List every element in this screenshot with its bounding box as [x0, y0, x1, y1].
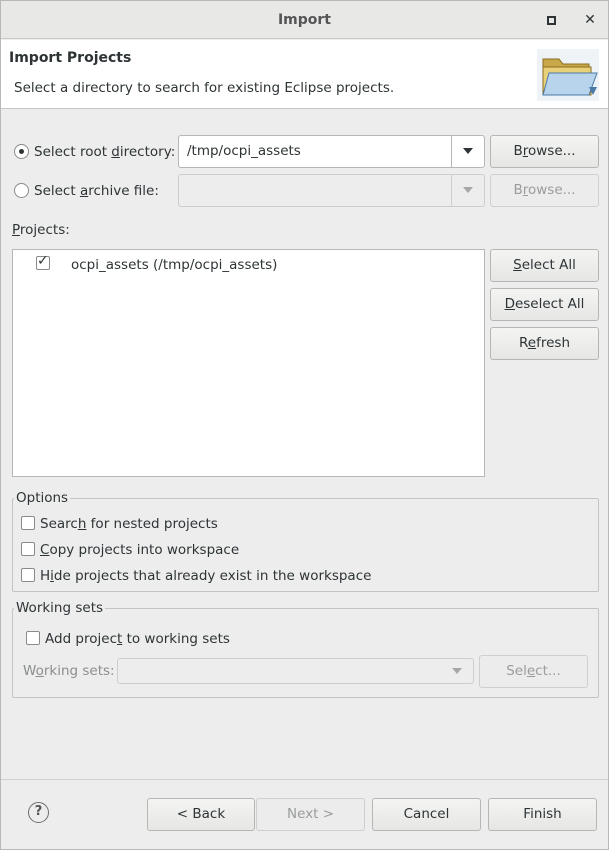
- root-directory-dropdown-button[interactable]: [451, 136, 484, 167]
- back-button[interactable]: < Back: [147, 798, 255, 831]
- copy-into-workspace-checkbox[interactable]: [21, 542, 35, 556]
- wizard-banner: Import Projects Select a directory to se…: [1, 40, 608, 109]
- finish-button[interactable]: Finish: [488, 798, 597, 831]
- project-checkbox[interactable]: [36, 253, 50, 270]
- archive-file-combo: [178, 174, 485, 207]
- footer-separator: [1, 779, 608, 780]
- hide-existing-checkbox[interactable]: [21, 568, 35, 582]
- title-bar[interactable]: Import ✕: [1, 1, 608, 39]
- hide-existing-label[interactable]: Hide projects that already exist in the …: [40, 568, 371, 584]
- root-directory-value[interactable]: /tmp/ocpi_assets: [187, 143, 301, 159]
- next-button: Next >: [256, 798, 365, 831]
- projects-list[interactable]: ocpi_assets (/tmp/ocpi_assets): [12, 249, 485, 477]
- select-working-sets-button: Select...: [479, 655, 588, 688]
- browse-root-button[interactable]: Browse...: [490, 135, 599, 168]
- projects-label: Projects:: [12, 222, 70, 238]
- import-dialog: Import ✕ Import Projects Select a direct…: [0, 0, 609, 850]
- chevron-down-icon: [452, 668, 462, 674]
- close-icon[interactable]: ✕: [580, 10, 600, 30]
- deselect-all-button[interactable]: Deselect All: [490, 288, 599, 321]
- maximize-icon[interactable]: [542, 10, 562, 30]
- working-sets-title: Working sets: [14, 600, 106, 616]
- root-directory-label[interactable]: Select root directory:: [34, 144, 175, 160]
- list-item[interactable]: ocpi_assets (/tmp/ocpi_assets): [13, 250, 484, 278]
- page-title: Import Projects: [9, 50, 132, 66]
- archive-file-label[interactable]: Select archive file:: [34, 183, 159, 199]
- search-nested-checkbox[interactable]: [21, 516, 35, 530]
- project-name: ocpi_assets (/tmp/ocpi_assets): [71, 257, 278, 273]
- root-directory-combo[interactable]: /tmp/ocpi_assets: [178, 135, 485, 168]
- add-to-working-sets-checkbox[interactable]: [26, 631, 40, 645]
- page-description: Select a directory to search for existin…: [14, 80, 395, 96]
- chevron-down-icon: [463, 187, 473, 193]
- chevron-down-icon: [463, 148, 473, 154]
- browse-archive-button: Browse...: [490, 174, 599, 207]
- refresh-button[interactable]: Refresh: [490, 327, 599, 360]
- folder-icon: [537, 49, 599, 101]
- search-nested-label[interactable]: Search for nested projects: [40, 516, 218, 532]
- working-sets-combo: [117, 658, 474, 684]
- archive-file-dropdown-button: [451, 175, 484, 206]
- options-title: Options: [14, 490, 71, 506]
- archive-file-radio[interactable]: [14, 183, 29, 198]
- working-sets-label: Working sets:: [23, 663, 115, 679]
- help-icon[interactable]: ?: [28, 802, 49, 823]
- window-title: Import: [277, 12, 332, 28]
- root-directory-radio[interactable]: [14, 144, 29, 159]
- cancel-button[interactable]: Cancel: [372, 798, 481, 831]
- add-to-working-sets-label[interactable]: Add project to working sets: [45, 631, 230, 647]
- select-all-button[interactable]: Select All: [490, 249, 599, 282]
- copy-into-workspace-label[interactable]: Copy projects into workspace: [40, 542, 239, 558]
